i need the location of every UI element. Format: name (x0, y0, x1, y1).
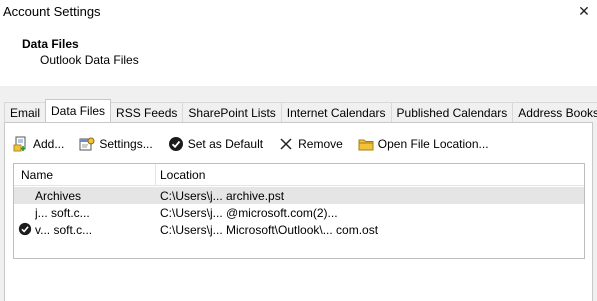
list-item-location: C:\Users\j... archive.pst (160, 189, 285, 203)
list-column-header: Name Location (14, 164, 584, 186)
tab-bar: Email Data Files RSS Feeds SharePoint Li… (4, 99, 597, 122)
folder-icon (357, 136, 375, 152)
close-x-icon (277, 136, 295, 152)
tab-sharepoint-lists[interactable]: SharePoint Lists (182, 102, 282, 122)
default-checkmark-icon (18, 222, 32, 236)
tab-data-files[interactable]: Data Files (45, 99, 112, 122)
section-title: Data Files (22, 37, 79, 51)
add-button[interactable]: Add... (12, 134, 64, 154)
column-location-header[interactable]: Location (160, 168, 205, 182)
close-icon: ✕ (578, 2, 590, 19)
list-item[interactable]: j... soft.c... C:\Users\j... @microsoft.… (14, 204, 584, 221)
close-button[interactable]: ✕ (572, 1, 596, 21)
set-as-default-button[interactable]: Set as Default (167, 134, 263, 154)
open-file-location-label: Open File Location... (377, 137, 489, 151)
remove-button-label: Remove (298, 137, 343, 151)
tab-rss-feeds[interactable]: RSS Feeds (110, 102, 184, 122)
column-name-header[interactable]: Name (21, 168, 53, 182)
header-area (0, 22, 597, 82)
list-item-location: C:\Users\j... Microsoft\Outlook\... com.… (160, 223, 379, 237)
list-item[interactable]: v... soft.c... C:\Users\j... Microsoft\O… (14, 221, 584, 238)
remove-button[interactable]: Remove (277, 134, 343, 154)
set-as-default-label: Set as Default (187, 137, 264, 151)
add-file-icon (12, 136, 30, 152)
settings-button[interactable]: Settings... (78, 134, 153, 154)
tab-email[interactable]: Email (4, 102, 47, 122)
checkmark-circle-icon (167, 136, 185, 152)
list-item-name: Archives (35, 189, 82, 203)
list-item-location: C:\Users\j... @microsoft.com(2)... (160, 206, 338, 220)
column-divider[interactable] (155, 164, 156, 185)
window-title: Account Settings (3, 4, 101, 19)
open-file-location-button[interactable]: Open File Location... (357, 134, 489, 154)
section-subtitle: Outlook Data Files (40, 53, 139, 67)
tab-address-books[interactable]: Address Books (512, 102, 597, 122)
toolbar: Add... Settings... Set as Default Remove… (12, 134, 503, 154)
add-button-label: Add... (33, 137, 65, 151)
list-item-name: j... soft.c... (35, 206, 90, 220)
settings-button-label: Settings... (99, 137, 153, 151)
list-item[interactable]: Archives C:\Users\j... archive.pst (14, 187, 584, 204)
settings-icon (78, 136, 96, 152)
list-item-name: v... soft.c... (35, 223, 93, 237)
tab-published-calendars[interactable]: Published Calendars (390, 102, 514, 122)
tab-internet-calendars[interactable]: Internet Calendars (280, 102, 392, 122)
data-files-list[interactable]: Name Location Archives C:\Users\j... arc… (13, 163, 585, 259)
